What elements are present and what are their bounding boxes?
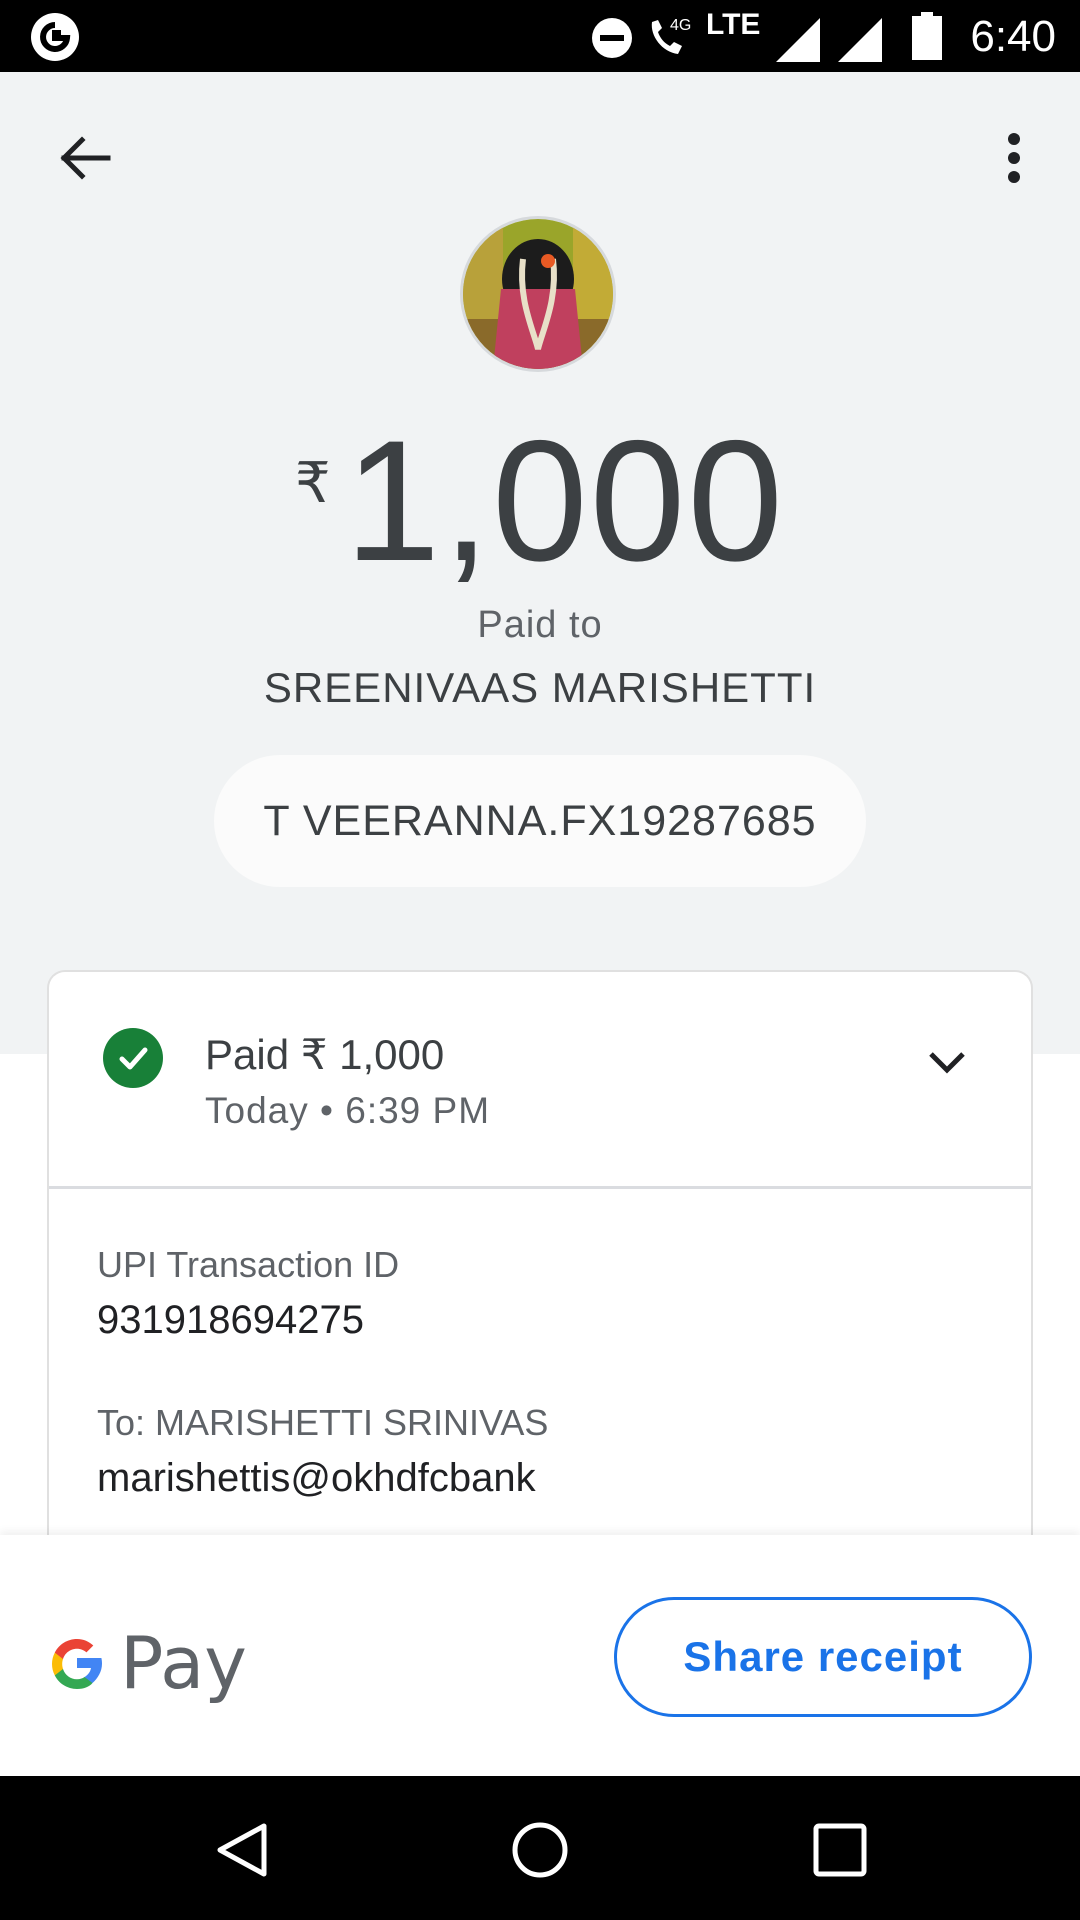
recipient-label: To: MARISHETTI SRINIVAS [97, 1402, 549, 1443]
signal-icon [776, 18, 820, 62]
divider [49, 1186, 1031, 1189]
success-check-icon [103, 1028, 163, 1088]
arrow-back-icon[interactable] [54, 127, 116, 189]
amount-value: 1,000 [344, 405, 786, 597]
chevron-down-icon[interactable] [925, 1040, 969, 1084]
payee-name: SREENIVAAS MARISHETTI [263, 664, 817, 711]
pay-wordmark: Pay [120, 1621, 247, 1705]
upi-transaction-id-value: 931918694275 [97, 1298, 364, 1342]
clock: 6:40 [970, 12, 1056, 61]
status-bar: 4G LTE 6:40 [0, 0, 1080, 72]
svg-text:4G: 4G [670, 17, 691, 34]
more-vert-icon[interactable] [998, 127, 1030, 189]
payment-summary: ₹1,000 Paid to SREENIVAAS MARISHETTI T V… [0, 72, 1080, 1054]
avatar [460, 216, 616, 372]
avatar-image [463, 219, 613, 369]
google-g-icon [52, 1639, 102, 1689]
signal-icon [838, 18, 882, 62]
recipient-upi-id: marishettis@okhdfcbank [97, 1456, 536, 1500]
do-not-disturb-icon [592, 18, 632, 58]
nav-home-icon[interactable] [510, 1820, 570, 1880]
network-type-label: LTE [706, 8, 761, 41]
google-icon [31, 13, 79, 61]
paid-to-label: Paid to [477, 604, 603, 646]
google-pay-logo: Pay [46, 1621, 247, 1705]
payment-status: Paid ₹ 1,000 [205, 1031, 445, 1078]
share-receipt-button[interactable]: Share receipt [614, 1597, 1032, 1717]
navigation-bar [0, 1776, 1080, 1920]
payment-amount: ₹1,000 [0, 402, 1080, 600]
payment-time: Today • 6:39 PM [205, 1090, 491, 1131]
bottom-bar: Pay Share receipt [0, 1535, 1080, 1776]
battery-icon [912, 12, 942, 60]
upi-transaction-id-label: UPI Transaction ID [97, 1244, 400, 1285]
payment-note: T VEERANNA.FX19287685 [214, 755, 866, 887]
nav-recents-icon[interactable] [810, 1820, 870, 1880]
transaction-details-card: Paid ₹ 1,000 Today • 6:39 PM UPI Transac… [47, 970, 1033, 1540]
nav-back-icon[interactable] [212, 1820, 272, 1880]
currency-symbol: ₹ [294, 451, 331, 514]
volte-call-icon: 4G [651, 17, 691, 54]
